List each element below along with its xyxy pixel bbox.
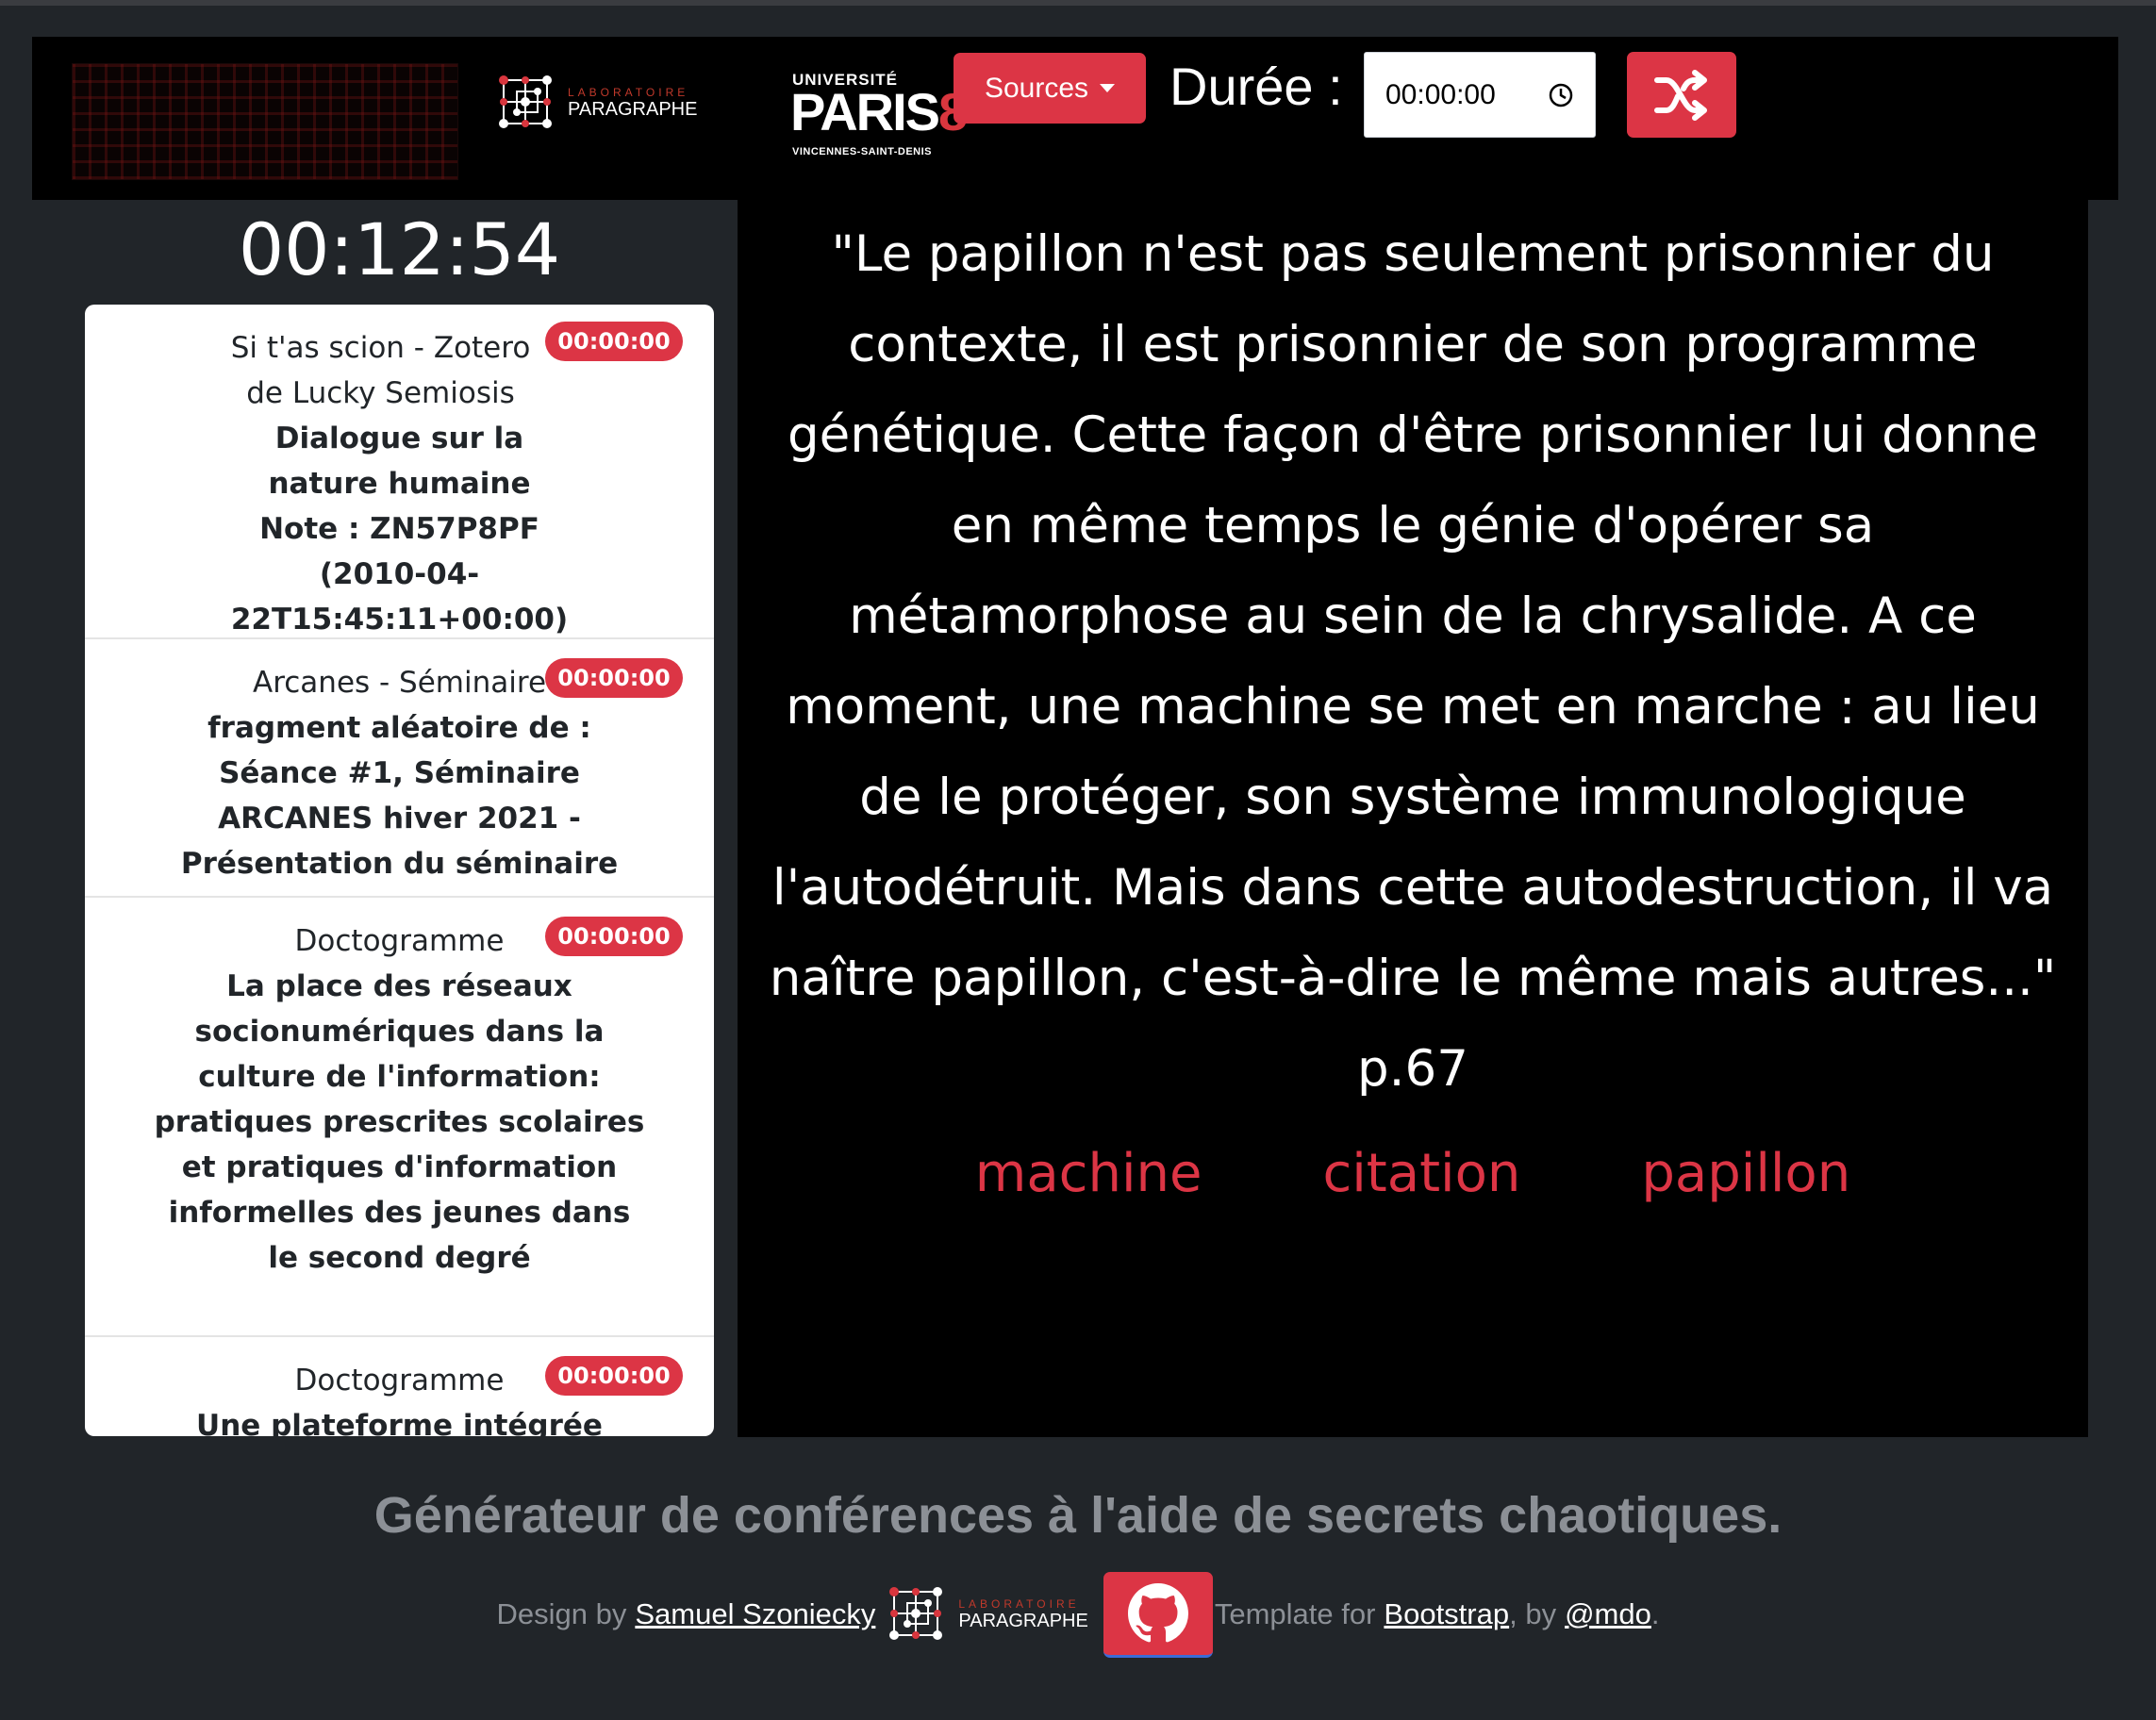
duration-badge: 00:00:00 (545, 322, 683, 361)
list-item[interactable]: Doctogramme La place des réseaux socionu… (85, 898, 714, 1337)
duration-input[interactable]: 00:00:00 (1364, 52, 1596, 138)
footer-period: . (1650, 1597, 1660, 1630)
lab-logo-line2: PARAGRAPHE (568, 99, 698, 120)
duration-value: 00:00:00 (1385, 78, 1496, 110)
item-title: Une plateforme intégrée (196, 1409, 603, 1436)
tag-machine[interactable]: machine (975, 1143, 1202, 1204)
list-item[interactable]: Arcanes - Séminaire fragment aléatoire d… (85, 639, 714, 898)
shuffle-button[interactable] (1627, 52, 1736, 138)
university-logo-main: PARIS8 (790, 82, 968, 141)
design-by-label: Design by (496, 1597, 627, 1630)
list-item[interactable]: Si t'as scion - Zotero de Lucky Semiosis… (85, 305, 714, 639)
lab-network-icon (499, 75, 552, 128)
lab-logo-line2: PARAGRAPHE (958, 1611, 1088, 1631)
github-icon (1127, 1582, 1188, 1642)
lab-logo-line1: LABORATOIRE (568, 86, 689, 99)
sources-list[interactable]: Si t'as scion - Zotero de Lucky Semiosis… (85, 305, 714, 1436)
conference-logo[interactable] (72, 63, 458, 180)
quote-text: "Le papillon n'est pas seulement prisonn… (769, 225, 2057, 1098)
tag-list: machine citation papillon (738, 1143, 2088, 1204)
duration-badge: 00:00:00 (545, 1356, 683, 1396)
university-paris8-logo[interactable]: UNIVERSITÉ PARIS8 VINCENNES-SAINT-DENIS (758, 67, 968, 178)
mdo-link[interactable]: @mdo (1565, 1597, 1651, 1631)
github-button[interactable] (1103, 1571, 1213, 1658)
item-title: fragment aléatoire de : Séance #1, Sémin… (180, 711, 619, 881)
header: LABORATOIRE PARAGRAPHE UNIVERSITÉ PARIS8… (32, 37, 2118, 200)
lab-network-icon (889, 1587, 943, 1640)
shuffle-icon (1654, 69, 1707, 121)
sources-label: Sources (984, 72, 1089, 104)
duration-badge: 00:00:00 (545, 658, 683, 698)
chevron-down-icon (1100, 84, 1116, 92)
lab-logo-line1: LABORATOIRE (958, 1597, 1080, 1611)
duration-badge: 00:00:00 (545, 917, 683, 956)
quote-panel: "Le papillon n'est pas seulement prisonn… (738, 200, 2088, 1437)
bootstrap-link[interactable]: Bootstrap (1384, 1597, 1509, 1631)
window-top-border (0, 0, 2156, 6)
footer-lab-logo[interactable]: LABORATOIRE PARAGRAPHE (885, 1579, 1088, 1650)
sources-dropdown-button[interactable]: Sources (954, 53, 1146, 124)
author-link[interactable]: Samuel Szoniecky (635, 1597, 875, 1631)
list-item[interactable]: Doctogramme Une plateforme intégrée 00:0… (85, 1337, 714, 1436)
duration-label: Durée : (1169, 57, 1343, 116)
item-title: La place des réseaux socionumériques dan… (154, 969, 645, 1275)
item-title: Dialogue sur la nature humaine Note : ZN… (230, 422, 569, 637)
tag-citation[interactable]: citation (1322, 1143, 1520, 1204)
footer-credits: Design by Samuel Szoniecky LABORATOIRE P… (0, 1571, 2156, 1658)
by-label: , by (1509, 1597, 1557, 1630)
elapsed-timer: 00:12:54 (238, 207, 561, 291)
template-for-label: Template for (1214, 1597, 1376, 1630)
university-logo-bottom: VINCENNES-SAINT-DENIS (792, 146, 933, 157)
paragraphe-lab-logo[interactable]: LABORATOIRE PARAGRAPHE (494, 67, 697, 139)
tag-papillon[interactable]: papillon (1641, 1143, 1850, 1204)
clock-icon[interactable] (1548, 82, 1574, 108)
page-tagline: Générateur de conférences à l'aide de se… (373, 1487, 1783, 1544)
